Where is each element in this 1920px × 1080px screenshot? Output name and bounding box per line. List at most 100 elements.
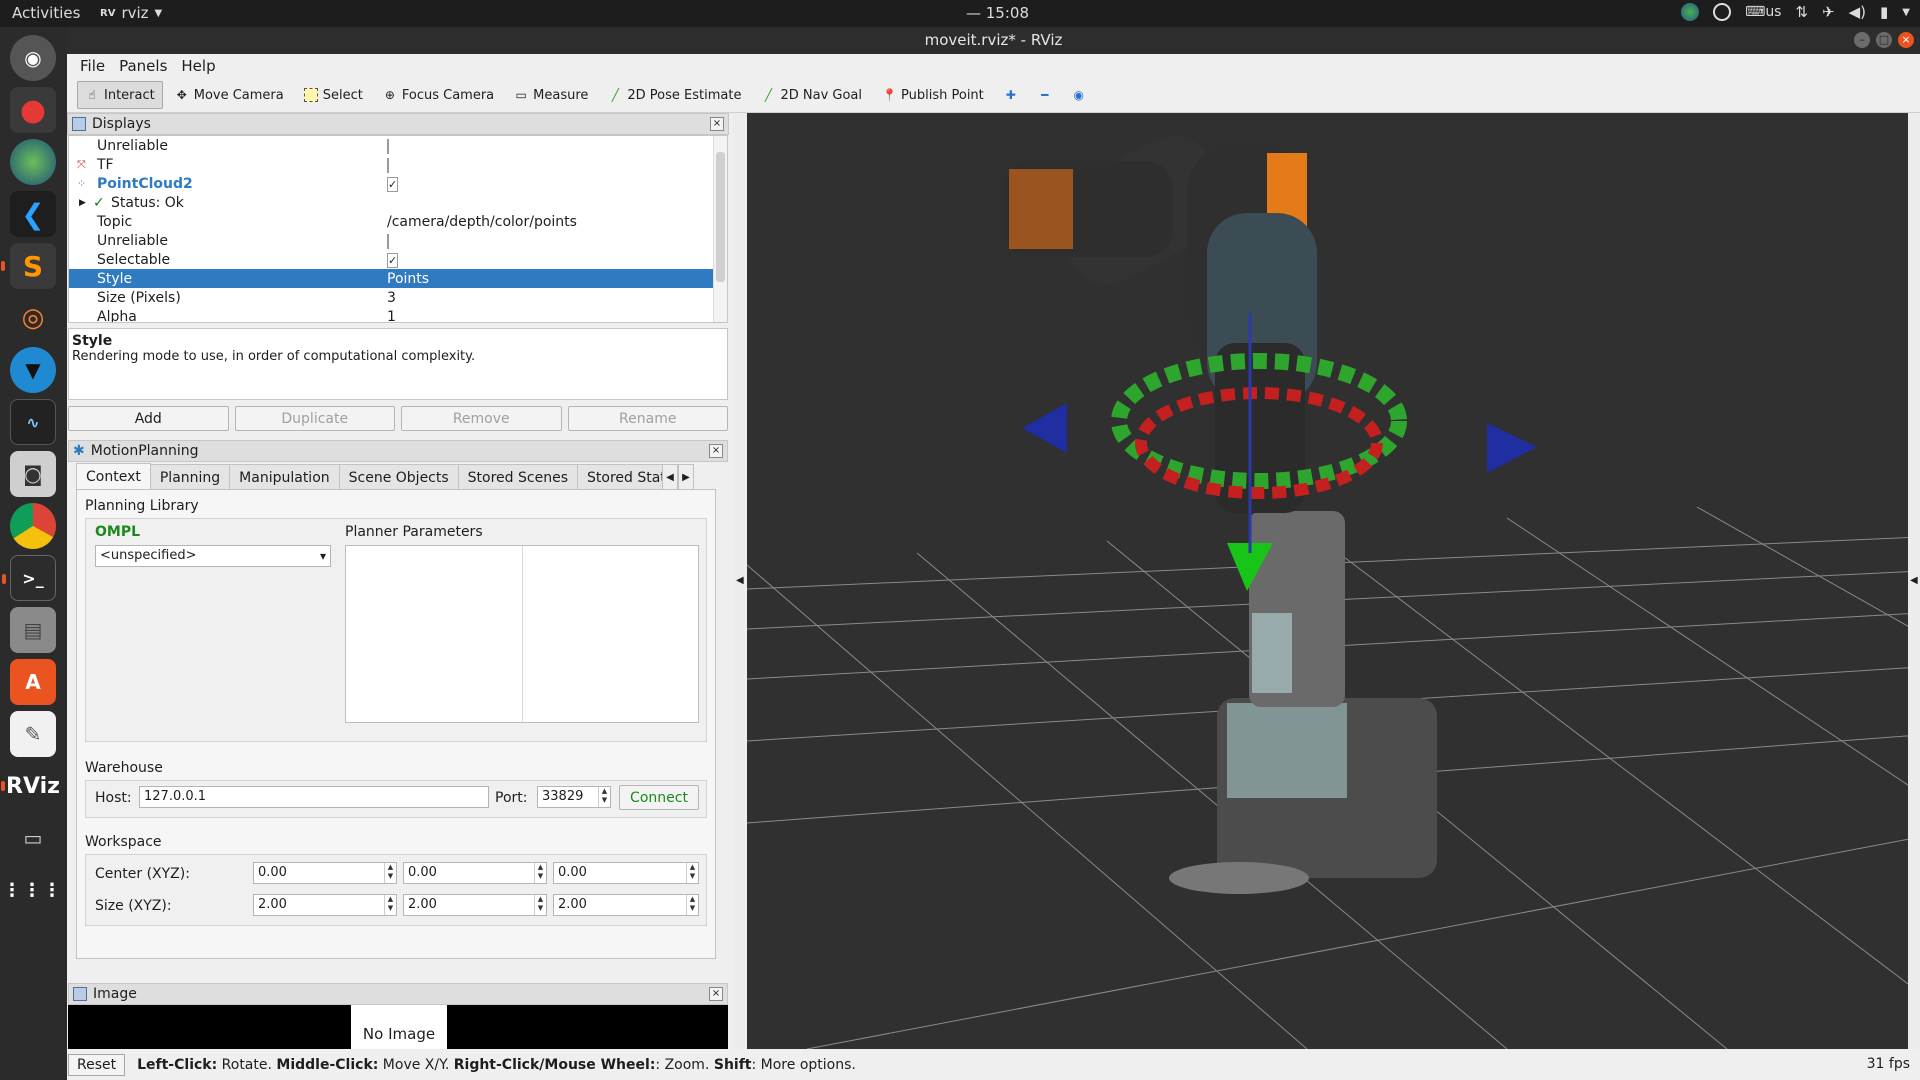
network-icon[interactable]: ⇅ — [1795, 3, 1808, 21]
tool-2d-nav-goal[interactable]: ╱ 2D Nav Goal — [753, 81, 870, 109]
property-checkbox[interactable] — [387, 157, 389, 173]
system-monitor-icon[interactable]: ∿ — [10, 399, 56, 445]
expand-arrow-icon[interactable]: ▶ — [79, 198, 86, 208]
remove-tool-button[interactable]: ━ — [1030, 81, 1060, 109]
motion-planning-panel-header[interactable]: ✱ MotionPlanning × — [68, 440, 728, 462]
menu-help[interactable]: Help — [176, 57, 220, 75]
left-dock-splitter[interactable]: ◀ — [733, 113, 745, 1049]
reset-button[interactable]: Reset — [68, 1053, 126, 1076]
spin-arrows-icon[interactable]: ▲ ▼ — [384, 895, 396, 915]
tree-row-selected[interactable]: Style Points — [69, 269, 727, 288]
clock[interactable]: — 15:08 — [966, 4, 1029, 22]
tree-row[interactable]: Alpha 1 — [69, 307, 727, 323]
port-spinbox[interactable]: 33829 ▲ ▼ — [537, 786, 611, 808]
tree-row[interactable]: ⁘ PointCloud2 ✓ — [69, 174, 727, 193]
tab-stored-states[interactable]: Stored States — [577, 464, 663, 490]
remove-button[interactable]: Remove — [401, 406, 562, 431]
spin-arrows-icon[interactable]: ▲ ▼ — [686, 895, 698, 915]
close-icon[interactable]: × — [709, 987, 723, 1001]
tab-scroll-right-icon[interactable]: ▶ — [678, 464, 694, 490]
globe-app-icon[interactable] — [10, 139, 56, 185]
property-checkbox[interactable] — [387, 233, 389, 249]
tool-move-camera[interactable]: ✥ Move Camera — [167, 81, 292, 109]
file-cabinet-icon[interactable]: ▤ — [10, 607, 56, 653]
property-value[interactable]: Points — [387, 271, 429, 287]
volume-icon[interactable]: ◀) — [1849, 3, 1866, 21]
tree-row[interactable]: ⤧ TF — [69, 155, 727, 174]
tab-scroll-left-icon[interactable]: ◀ — [662, 464, 678, 490]
menu-file[interactable]: File — [75, 57, 110, 75]
displays-scrollbar[interactable] — [713, 136, 727, 322]
keyboard-layout[interactable]: ⌨us — [1745, 4, 1781, 20]
joystick-icon[interactable]: ▭ — [10, 815, 56, 861]
rviz-icon[interactable]: RViz — [1, 763, 60, 809]
software-center-icon[interactable]: A — [10, 659, 56, 705]
show-apps-icon[interactable]: ⋮⋮⋮ — [3, 867, 61, 913]
displays-panel-header[interactable]: Displays × — [67, 113, 729, 135]
tab-scene-objects[interactable]: Scene Objects — [338, 464, 459, 490]
tab-planning[interactable]: Planning — [149, 464, 231, 490]
globe-icon[interactable] — [1681, 3, 1700, 21]
spin-arrows-icon[interactable]: ▲ ▼ — [534, 895, 546, 915]
property-value[interactable]: 1 — [387, 309, 396, 323]
center-x-spinbox[interactable]: 0.00 ▲ ▼ — [253, 862, 397, 884]
scrollbar-thumb[interactable] — [716, 152, 725, 282]
window-titlebar[interactable]: moveit.rviz* - RViz – □ × — [67, 27, 1920, 54]
rename-button[interactable]: Rename — [567, 406, 728, 431]
property-value[interactable]: 3 — [387, 290, 396, 306]
property-checkbox[interactable]: ✓ — [387, 252, 399, 268]
spin-arrows-icon[interactable]: ▲ ▼ — [384, 863, 396, 883]
size-x-spinbox[interactable]: 2.00 ▲ ▼ — [253, 894, 397, 916]
3d-viewport[interactable] — [747, 113, 1920, 1049]
connect-button[interactable]: Connect — [619, 785, 699, 810]
tool-focus-camera[interactable]: ⊕ Focus Camera — [375, 81, 502, 109]
pen-app-icon[interactable]: ▼ — [10, 347, 56, 393]
tab-manipulation[interactable]: Manipulation — [229, 464, 340, 490]
maximize-icon[interactable]: □ — [1876, 32, 1892, 48]
tool-publish-point[interactable]: 📍 Publish Point — [874, 81, 992, 109]
tool-measure[interactable]: ▭ Measure — [506, 81, 596, 109]
size-y-spinbox[interactable]: 2.00 ▲ ▼ — [403, 894, 547, 916]
sublime-text-icon[interactable]: S — [1, 243, 56, 289]
airplane-icon[interactable]: ✈ — [1822, 3, 1835, 21]
text-editor-icon[interactable]: ✎ — [10, 711, 56, 757]
terminal-icon[interactable]: >_ — [2, 555, 56, 601]
vscode-icon[interactable]: ❮ — [10, 191, 56, 237]
close-icon[interactable]: × — [1898, 32, 1914, 48]
duplicate-button[interactable]: Duplicate — [234, 406, 395, 431]
planner-parameters-table[interactable] — [345, 545, 699, 723]
tool-2d-pose-estimate[interactable]: ╱ 2D Pose Estimate — [600, 81, 749, 109]
spin-arrows-icon[interactable]: ▲ ▼ — [534, 863, 546, 883]
tool-interact[interactable]: ☝ Interact — [77, 81, 163, 109]
collapse-left-icon[interactable]: ◀ — [736, 575, 744, 586]
right-dock-splitter[interactable]: ◀ — [1908, 113, 1920, 1049]
property-value[interactable]: /camera/depth/color/points — [387, 214, 577, 230]
menu-panels[interactable]: Panels — [114, 57, 172, 75]
chrome-icon[interactable] — [10, 503, 56, 549]
battery-icon[interactable]: ▮ — [1880, 3, 1888, 21]
property-checkbox[interactable] — [387, 138, 389, 154]
tree-row[interactable]: ▶ ✓ Status: Ok — [69, 193, 727, 212]
collapse-right-icon[interactable]: ◀ — [1910, 575, 1918, 586]
tree-row[interactable]: Unreliable — [69, 231, 727, 250]
property-checkbox[interactable]: ✓ — [387, 176, 399, 192]
view-tool-button[interactable]: ◉ — [1064, 81, 1094, 109]
tree-row[interactable]: Selectable ✓ — [69, 250, 727, 269]
close-icon[interactable]: × — [710, 117, 724, 131]
tool-select[interactable]: Select — [296, 81, 371, 109]
blender-icon[interactable]: ◎ — [10, 295, 56, 341]
record-app-icon[interactable]: ● — [10, 87, 56, 133]
close-icon[interactable]: × — [709, 444, 723, 458]
chevron-down-icon[interactable]: ▼ — [1902, 7, 1910, 18]
planner-select[interactable]: <unspecified> — [95, 545, 331, 567]
add-button[interactable]: Add — [68, 406, 229, 431]
add-tool-button[interactable]: ✚ — [996, 81, 1026, 109]
size-z-spinbox[interactable]: 2.00 ▲ ▼ — [553, 894, 699, 916]
center-y-spinbox[interactable]: 0.00 ▲ ▼ — [403, 862, 547, 884]
tree-row[interactable]: Size (Pixels) 3 — [69, 288, 727, 307]
spin-arrows-icon[interactable]: ▲ ▼ — [598, 787, 610, 807]
eye-app-icon[interactable]: ◉ — [10, 35, 56, 81]
minimize-icon[interactable]: – — [1854, 32, 1870, 48]
host-input[interactable]: 127.0.0.1 — [139, 786, 489, 808]
tree-row[interactable]: Topic/camera/depth/color/points — [69, 212, 727, 231]
